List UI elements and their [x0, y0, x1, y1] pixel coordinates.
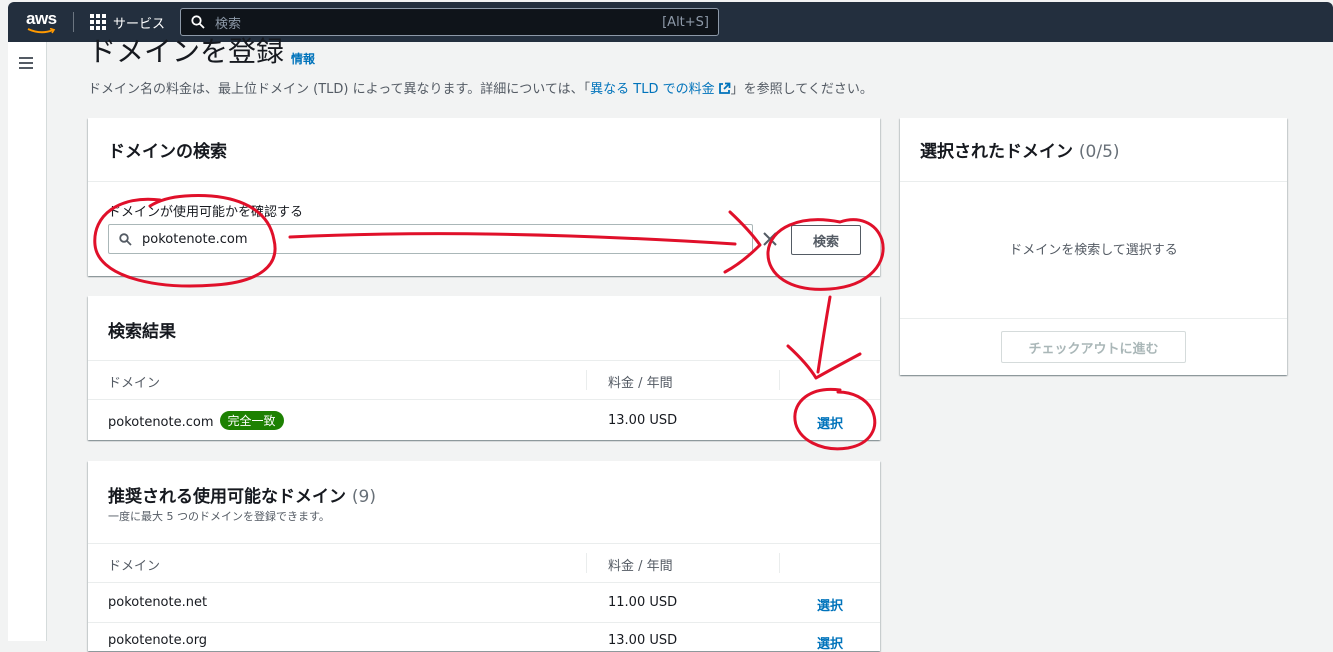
aws-logo-text: aws	[26, 9, 57, 28]
selected-domains-panel: 選択されたドメイン (0/5) ドメインを検索して選択する チェックアウトに進む	[900, 118, 1287, 375]
row-divider	[88, 582, 880, 583]
domain-search-value: pokotenote.com	[142, 231, 248, 247]
empty-selection-message: ドメインを検索して選択する	[1009, 243, 1178, 258]
column-header-domain: ドメイン	[108, 559, 161, 574]
search-icon	[119, 232, 132, 246]
search-shortcut-hint: [Alt+S]	[662, 14, 709, 30]
services-label: サービス	[113, 16, 166, 32]
search-results-title: 検索結果	[108, 322, 176, 342]
panel-divider	[900, 181, 1287, 182]
recommended-domain-name: pokotenote.net	[108, 595, 208, 610]
menu-icon[interactable]	[19, 57, 33, 72]
search-button[interactable]: 検索	[791, 225, 861, 255]
selected-domains-count: (0/5)	[1078, 142, 1120, 162]
checkout-button[interactable]: チェックアウトに進む	[1001, 331, 1186, 363]
info-link[interactable]: 情報	[291, 50, 315, 67]
domain-check-label: ドメインが使用可能かを確認する	[108, 205, 304, 220]
row-divider	[88, 399, 880, 400]
select-result-link[interactable]: 選択	[817, 413, 843, 432]
grid-icon	[90, 14, 106, 30]
clear-icon[interactable]	[761, 230, 779, 248]
tld-pricing-link[interactable]: 異なる TLD での料金	[590, 82, 730, 97]
description-suffix: 」を参照してください。	[730, 82, 873, 97]
recommended-title-text: 推奨される使用可能なドメイン	[108, 487, 346, 507]
services-menu-button[interactable]: サービス	[90, 12, 165, 32]
recommended-count: (9)	[351, 487, 377, 507]
page-title: ドメインを登録	[88, 35, 285, 68]
table-row: pokotenote.com 完全一致	[108, 411, 284, 430]
search-icon	[191, 15, 205, 29]
column-separator	[779, 370, 780, 390]
side-navigation	[8, 42, 47, 641]
row-divider	[88, 622, 880, 623]
column-separator	[586, 553, 587, 573]
aws-smile-icon	[27, 28, 56, 34]
panel-divider	[900, 318, 1287, 319]
external-link-icon	[718, 82, 730, 94]
domain-search-panel: ドメインの検索 ドメインが使用可能かを確認する pokotenote.com 検…	[88, 118, 880, 276]
aws-logo[interactable]: aws	[26, 9, 60, 35]
column-header-price: 料金 / 年間	[608, 559, 673, 574]
description-prefix: ドメイン名の料金は、最上位ドメイン (TLD) によって異なります。詳細について…	[88, 82, 591, 97]
global-search-placeholder: 検索	[215, 16, 242, 32]
selected-domains-title-text: 選択されたドメイン	[920, 142, 1073, 162]
recommended-price: 11.00 USD	[608, 595, 678, 610]
recommended-title: 推奨される使用可能なドメイン (9)	[108, 482, 376, 507]
selected-domains-title: 選択されたドメイン (0/5)	[920, 137, 1120, 162]
select-recommended-link[interactable]: 選択	[817, 595, 843, 614]
column-separator	[779, 553, 780, 573]
column-header-domain: ドメイン	[108, 376, 161, 391]
page-description: ドメイン名の料金は、最上位ドメイン (TLD) によって異なります。詳細について…	[88, 78, 873, 97]
recommended-domains-panel: 推奨される使用可能なドメイン (9) 一度に最大 5 つのドメインを登録できます…	[88, 461, 880, 652]
panel-divider	[88, 181, 880, 182]
domain-search-input[interactable]: pokotenote.com	[108, 224, 753, 254]
search-results-panel: 検索結果 ドメイン 料金 / 年間 pokotenote.com 完全一致 13.…	[88, 296, 880, 440]
select-recommended-link[interactable]: 選択	[817, 633, 843, 652]
topbar-divider	[73, 12, 74, 32]
exact-match-badge: 完全一致	[219, 411, 284, 430]
domain-search-title: ドメインの検索	[108, 142, 227, 162]
recommended-subtitle: 一度に最大 5 つのドメインを登録できます。	[108, 510, 330, 523]
tld-pricing-link-text: 異なる TLD での料金	[590, 82, 715, 97]
panel-divider	[88, 360, 880, 361]
result-domain-name: pokotenote.com	[108, 415, 214, 430]
result-price: 13.00 USD	[608, 413, 678, 428]
panel-divider	[88, 543, 880, 544]
column-separator	[586, 370, 587, 390]
column-header-price: 料金 / 年間	[608, 376, 673, 391]
